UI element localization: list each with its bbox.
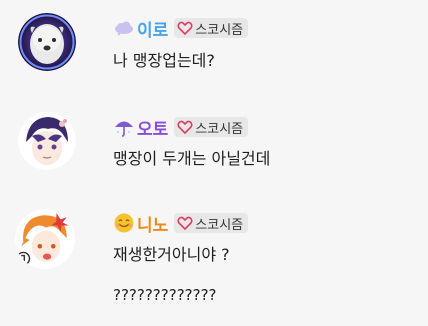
message-text: 맹장이 두개는 아닐건데 [113,149,271,168]
avatar[interactable] [18,13,76,71]
subscriber-badge: 스코시즘 [174,18,249,38]
avatar-image [15,209,75,269]
avatar[interactable] [15,209,75,269]
smiley-icon [113,212,135,234]
cloud-icon [113,17,135,39]
avatar-image [18,112,76,170]
heart-icon [177,119,193,135]
heart-icon [177,20,193,36]
nickname[interactable]: 니노 [137,211,168,236]
subscriber-badge: 스코시즘 [174,117,249,137]
badge-label: 스코시즘 [195,22,244,38]
message-text: 나 맹장업는데? [113,51,215,70]
nickname[interactable]: 오토 [137,115,168,140]
chat-log: 이로 스코시즘 나 맹장업는데? 오토 스코시즘 맹장이 두개는 아닐건데 니노… [0,0,428,326]
badge-label: 스코시즘 [195,217,244,233]
subscriber-badge: 스코시즘 [174,213,249,233]
nickname[interactable]: 이로 [137,16,168,41]
avatar[interactable] [18,112,76,170]
message-text: 재생한거아니야 ? [113,245,230,264]
badge-label: 스코시즘 [195,121,244,137]
umbrella-icon [113,116,135,138]
message-text: ????????????? [113,286,217,304]
heart-icon [177,215,193,231]
avatar-image [18,13,76,71]
